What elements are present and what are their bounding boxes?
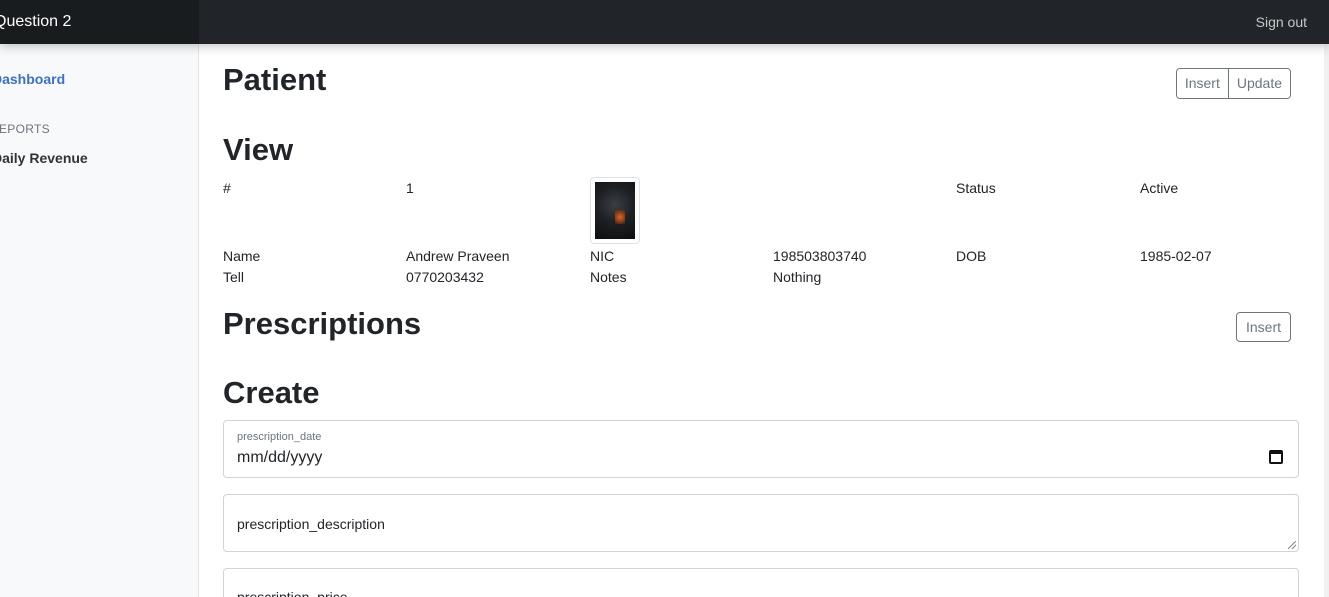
insert-prescription-button[interactable]: Insert	[1235, 312, 1291, 342]
prescription-date-input[interactable]: mm/dd/yyyy	[237, 449, 322, 467]
tell-label: Tell	[223, 269, 245, 285]
status-value: Active	[1140, 180, 1179, 196]
calendar-icon[interactable]	[1269, 450, 1283, 464]
name-value: Andrew Praveen	[406, 248, 510, 264]
prescriptions-heading: Prescriptions	[223, 306, 422, 341]
prescription-description-label: prescription_description	[237, 516, 385, 532]
tell-value: 0770203432	[406, 269, 484, 285]
prescription-price-field[interactable]: prescription_price	[223, 568, 1299, 597]
notes-label: Notes	[590, 269, 627, 285]
page-title: Patient	[223, 62, 327, 97]
patient-actions: Insert Update	[1175, 68, 1291, 99]
id-label: #	[223, 180, 231, 196]
resize-handle-icon[interactable]	[1288, 541, 1296, 549]
dob-value: 1985-02-07	[1140, 248, 1212, 264]
id-value: 1	[406, 180, 414, 196]
sidebar-item-daily-revenue[interactable]: Daily Revenue	[0, 150, 88, 166]
nic-value: 198503803740	[773, 248, 867, 264]
sign-out-link[interactable]: Sign out	[1256, 0, 1307, 44]
insert-button[interactable]: Insert	[1176, 69, 1228, 98]
dob-label: DOB	[956, 248, 987, 264]
create-heading: Create	[223, 375, 320, 410]
prescription-price-label: prescription_price	[237, 589, 348, 597]
top-navbar: Question 2 Sign out	[0, 0, 1329, 44]
sidebar-heading-reports: REPORTS	[0, 122, 50, 136]
notes-value: Nothing	[773, 269, 822, 285]
view-heading: View	[223, 132, 294, 167]
name-label: Name	[223, 248, 261, 264]
prescription-date-field[interactable]: prescription_date mm/dd/yyyy	[223, 420, 1299, 478]
sidebar-item-dashboard[interactable]: Dashboard	[0, 71, 65, 87]
lion-image	[595, 182, 635, 239]
update-button[interactable]: Update	[1227, 69, 1290, 98]
status-label: Status	[956, 180, 996, 196]
brand-link[interactable]: Question 2	[0, 0, 199, 44]
sidebar: Dashboard REPORTS Daily Revenue	[0, 44, 199, 597]
patient-photo	[590, 177, 640, 244]
prescription-date-label: prescription_date	[237, 431, 322, 443]
brand-label: Question 2	[0, 13, 72, 30]
page-scrollbar[interactable]	[1324, 44, 1329, 597]
prescription-description-field[interactable]: prescription_description	[223, 494, 1299, 552]
nic-label: NIC	[590, 248, 615, 264]
